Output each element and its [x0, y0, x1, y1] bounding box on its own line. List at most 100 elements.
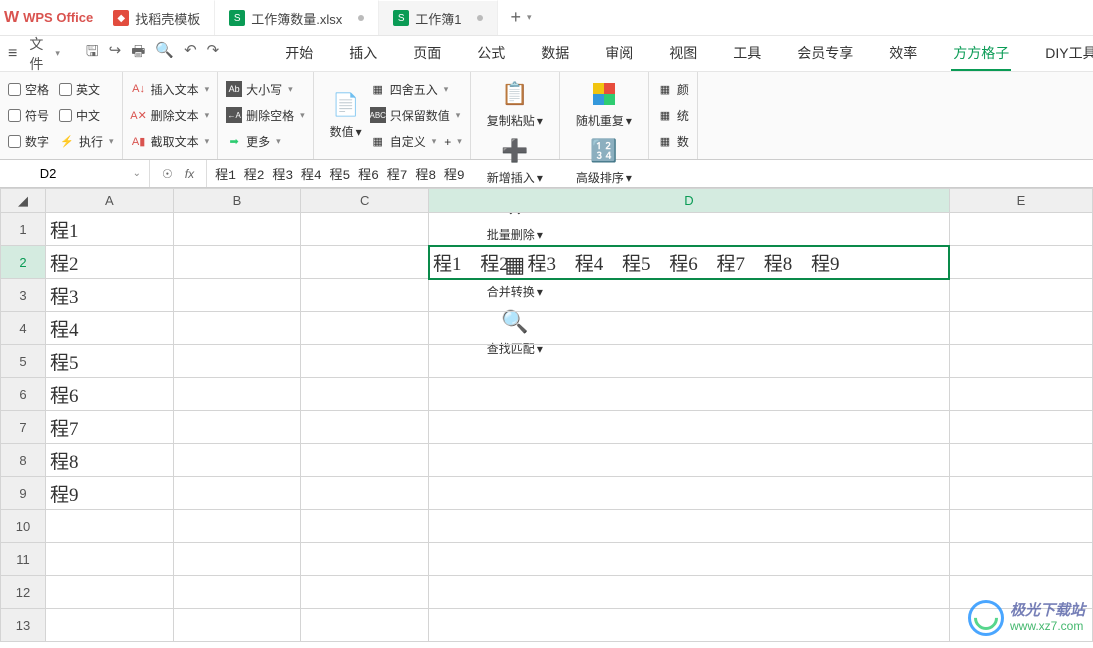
row-header[interactable]: 6 [1, 378, 46, 411]
cell[interactable] [173, 345, 301, 378]
preview-icon[interactable]: 🔍 [155, 41, 174, 66]
dropdown-icon[interactable]: ⌄ [133, 168, 141, 179]
spreadsheet[interactable]: ◢ A B C D E 1程12程2程1 程2 程3 程4 程5 程6 程7 程… [0, 188, 1093, 648]
col-header-d[interactable]: D [429, 189, 950, 213]
cell[interactable] [949, 510, 1092, 543]
tab-fanggezi[interactable]: 方方格子 [951, 37, 1011, 71]
file-menu[interactable]: 文件 [29, 34, 43, 74]
tab-page[interactable]: 页面 [411, 37, 443, 71]
col-header-a[interactable]: A [45, 189, 173, 213]
col-header-b[interactable]: B [173, 189, 301, 213]
cell[interactable] [949, 345, 1092, 378]
tab-workbook-count[interactable]: S 工作簿数量.xlsx [215, 0, 379, 35]
select-all-corner[interactable]: ◢ [1, 189, 46, 213]
cell[interactable] [173, 576, 301, 609]
cell[interactable] [45, 609, 173, 642]
name-box[interactable]: ⌄ [0, 160, 150, 187]
tab-tools[interactable]: 工具 [731, 37, 763, 71]
cell[interactable]: 程7 [45, 411, 173, 444]
tab-diy[interactable]: DIY工具箱 [1043, 37, 1093, 71]
keep-number[interactable]: ABC只保留数值▾ [370, 105, 462, 126]
share-icon[interactable]: ↪ [109, 41, 122, 66]
cell[interactable] [949, 279, 1092, 312]
insert-text[interactable]: A↓插入文本▾ [131, 79, 210, 100]
cell[interactable] [949, 213, 1092, 246]
check-number[interactable]: 数字 [8, 129, 49, 155]
row-header[interactable]: 1 [1, 213, 46, 246]
check-space[interactable]: 空格 [8, 76, 49, 102]
cancel-icon[interactable]: ☉ [162, 167, 173, 181]
tab-template[interactable]: ◆ 找稻壳模板 [99, 0, 215, 35]
more-button[interactable]: ➡更多▾ [226, 131, 305, 152]
cell[interactable] [45, 510, 173, 543]
col-header-c[interactable]: C [301, 189, 429, 213]
hamburger-icon[interactable]: ≡ [8, 45, 17, 63]
cell[interactable] [173, 279, 301, 312]
case-button[interactable]: Ab大小写▾ [226, 79, 305, 100]
cell[interactable] [949, 378, 1092, 411]
cell[interactable] [45, 576, 173, 609]
row-header[interactable]: 5 [1, 345, 46, 378]
cell[interactable] [429, 444, 950, 477]
number-button[interactable]: 📄 数值▾ [322, 76, 370, 155]
cell-name-input[interactable] [8, 166, 88, 181]
cell[interactable] [301, 246, 429, 279]
cell[interactable] [301, 345, 429, 378]
cut-text[interactable]: A▮截取文本▾ [131, 131, 210, 152]
delete-text[interactable]: A✕删除文本▾ [131, 105, 210, 126]
row-header[interactable]: 4 [1, 312, 46, 345]
cell[interactable] [301, 477, 429, 510]
file-dropdown-icon[interactable]: ▾ [55, 48, 60, 59]
cell[interactable] [429, 477, 950, 510]
cell[interactable] [301, 510, 429, 543]
check-english[interactable]: 英文 [59, 76, 114, 102]
cell[interactable] [301, 378, 429, 411]
cell[interactable]: 程4 [45, 312, 173, 345]
tab-data[interactable]: 数据 [539, 37, 571, 71]
row-header[interactable]: 8 [1, 444, 46, 477]
cell[interactable] [173, 510, 301, 543]
tab-review[interactable]: 审阅 [603, 37, 635, 71]
redo-icon[interactable]: ↷ [207, 41, 220, 66]
cell[interactable] [173, 411, 301, 444]
tab-start[interactable]: 开始 [283, 37, 315, 71]
cell[interactable] [429, 279, 950, 312]
cell[interactable] [949, 246, 1092, 279]
cell[interactable] [949, 411, 1092, 444]
cell[interactable] [429, 312, 950, 345]
check-symbol[interactable]: 符号 [8, 102, 49, 128]
tab-insert[interactable]: 插入 [347, 37, 379, 71]
cell[interactable] [949, 477, 1092, 510]
tab-member[interactable]: 会员专享 [795, 37, 855, 71]
cell[interactable] [429, 510, 950, 543]
tab-view[interactable]: 视图 [667, 37, 699, 71]
tab-workbook1[interactable]: S 工作簿1 [379, 0, 498, 35]
count-item[interactable]: ▦数 [657, 131, 689, 152]
cell[interactable] [429, 576, 950, 609]
cell[interactable]: 程5 [45, 345, 173, 378]
cell[interactable] [949, 543, 1092, 576]
row-header[interactable]: 12 [1, 576, 46, 609]
col-header-e[interactable]: E [949, 189, 1092, 213]
row-header[interactable]: 3 [1, 279, 46, 312]
cell[interactable] [301, 609, 429, 642]
cell[interactable] [173, 543, 301, 576]
cell[interactable] [173, 246, 301, 279]
cell[interactable] [173, 378, 301, 411]
cell[interactable] [429, 213, 950, 246]
cell[interactable] [45, 543, 173, 576]
cell[interactable] [301, 444, 429, 477]
cell[interactable] [429, 378, 950, 411]
cell[interactable] [301, 312, 429, 345]
random-repeat[interactable]: 随机重复▾ [568, 76, 640, 133]
copy-paste[interactable]: 📋复制粘贴▾ [479, 76, 551, 133]
cell[interactable]: 程6 [45, 378, 173, 411]
cell[interactable]: 程8 [45, 444, 173, 477]
fx-icon[interactable]: fx [185, 167, 194, 181]
formula-content[interactable]: 程1 程2 程3 程4 程5 程6 程7 程8 程9 [207, 164, 1093, 183]
cell[interactable] [949, 444, 1092, 477]
save-icon[interactable]: 🖫 [86, 41, 99, 66]
cell[interactable]: 程2 [45, 246, 173, 279]
cell[interactable] [173, 444, 301, 477]
check-chinese[interactable]: 中文 [59, 102, 114, 128]
